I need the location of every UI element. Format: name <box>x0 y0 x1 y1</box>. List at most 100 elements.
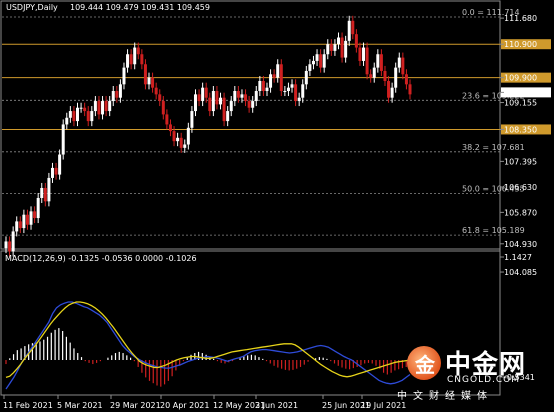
candle-body <box>394 67 398 88</box>
candle-body <box>208 97 212 112</box>
candle-body <box>397 57 401 68</box>
candle-body <box>76 107 80 122</box>
candle-body <box>276 64 280 78</box>
candle-body <box>247 101 251 108</box>
candle-body <box>136 47 140 55</box>
candle-body <box>372 67 376 78</box>
price-panel-frame <box>0 0 501 250</box>
candle-body <box>22 214 26 229</box>
candle-body <box>362 47 366 61</box>
candle-body <box>254 91 258 102</box>
candle-body <box>147 77 151 85</box>
candle-body <box>390 87 394 98</box>
candle-body <box>129 54 133 65</box>
candle-body <box>58 154 62 175</box>
candle-body <box>193 94 197 112</box>
candle-body <box>333 44 337 51</box>
candle-body <box>297 97 301 102</box>
x-tick-label: 19 Jul 2021 <box>361 401 406 410</box>
candle-body <box>15 221 19 232</box>
candle-body <box>294 84 298 102</box>
candle-body <box>387 80 391 98</box>
candle-body <box>154 87 158 95</box>
candle-body <box>311 60 315 65</box>
price-tick-label: 106.630 <box>504 183 537 192</box>
candle-body <box>93 101 97 112</box>
candle-body <box>165 114 169 125</box>
candle-body <box>301 84 305 98</box>
candle-body <box>25 214 29 225</box>
price-tick-label: 111.680 <box>504 14 537 23</box>
candle-body <box>8 241 12 252</box>
candle-body <box>369 74 373 78</box>
candle-body <box>50 167 54 178</box>
candle-body <box>72 111 76 122</box>
ohlc-readout: 109.444 109.479 109.431 109.459 <box>70 3 210 12</box>
candle-body <box>143 64 147 85</box>
candle-body <box>408 84 412 95</box>
x-tick-label: 20 Apr 2021 <box>160 401 209 410</box>
candle-body <box>204 87 208 98</box>
cngold-logo: 金 中金网 CNGOLD.COM 中文财经媒体 <box>397 342 554 404</box>
candle-body <box>65 117 69 125</box>
candle-body <box>401 57 405 75</box>
x-tick-label: 5 Mar 2021 <box>57 401 103 410</box>
candle-body <box>68 111 72 118</box>
candle-body <box>344 40 348 58</box>
candle-body <box>383 70 387 81</box>
candle-body <box>272 74 276 78</box>
candle-body <box>376 54 380 68</box>
candle-body <box>222 97 226 122</box>
candle-body <box>329 44 333 51</box>
candle-body <box>240 94 244 98</box>
candle-body <box>336 37 340 45</box>
macd-label: MACD(12,26,9) -0.1325 -0.0536 0.0000 -0.… <box>5 254 197 263</box>
candle-body <box>326 44 330 55</box>
candle-body <box>229 101 233 112</box>
candle-body <box>379 54 383 71</box>
candle-body <box>54 167 58 175</box>
candle-body <box>365 47 369 75</box>
candle-body <box>319 54 323 68</box>
candle-body <box>108 101 112 112</box>
candle-body <box>283 91 287 93</box>
candle-body <box>29 211 33 225</box>
candle-body <box>244 94 248 102</box>
candle-body <box>118 84 122 98</box>
candle-body <box>226 111 230 122</box>
candle-body <box>161 101 165 115</box>
candle-body <box>179 137 183 148</box>
candle-body <box>97 101 101 115</box>
chart-title: USDJPY,Daily <box>6 3 58 12</box>
candle-body <box>269 74 273 88</box>
price-tick-label: 109.155 <box>504 99 537 108</box>
candle-body <box>168 124 172 132</box>
price-tick-label: 110.900 <box>504 40 537 49</box>
candle-body <box>354 34 358 48</box>
candle-body <box>358 47 362 61</box>
x-tick-label: 29 Mar 2021 <box>110 401 161 410</box>
candle-body <box>47 177 51 202</box>
candle-body <box>172 131 176 142</box>
candle-body <box>190 111 194 128</box>
price-tick-label: 107.395 <box>504 157 537 166</box>
price-tick-label: 104.085 <box>504 268 537 277</box>
candle-body <box>133 47 137 65</box>
candle-body <box>151 77 155 88</box>
candle-body <box>183 144 187 148</box>
candle-body <box>104 101 108 112</box>
candle-body <box>186 127 190 145</box>
candle-body <box>115 91 119 98</box>
price-tick-label: 104.930 <box>504 240 537 249</box>
price-tick-label: 109.459 <box>504 88 537 97</box>
candle-body <box>18 221 22 229</box>
candle-body <box>36 197 40 219</box>
candle-body <box>347 20 351 41</box>
candle-body <box>233 91 237 102</box>
price-tick-label: 108.350 <box>504 125 537 134</box>
candle-body <box>308 64 312 71</box>
candle-body <box>101 101 105 115</box>
candle-body <box>79 107 83 109</box>
candle-body <box>290 84 294 88</box>
candle-body <box>83 107 87 112</box>
